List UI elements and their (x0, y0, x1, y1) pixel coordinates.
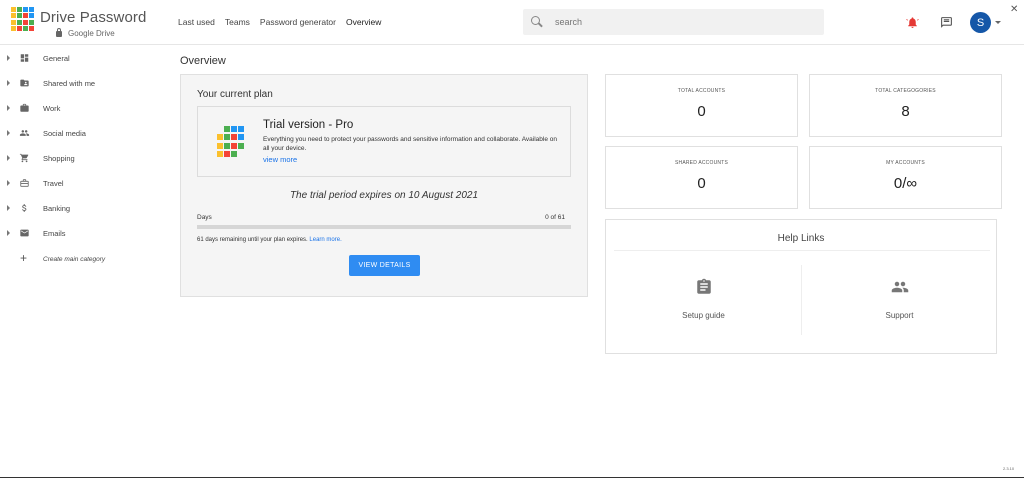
cart-icon (19, 153, 29, 163)
sidebar-item-travel[interactable]: Travel (0, 171, 170, 196)
dollar-icon (22, 204, 27, 212)
sidebar: General Shared with me Work Social media… (0, 46, 170, 274)
sidebar-item-label: Emails (43, 229, 66, 238)
mail-icon (20, 229, 29, 237)
app-logo-icon (11, 7, 35, 31)
shared-folder-icon (20, 79, 29, 87)
sidebar-item-label: Banking (43, 204, 71, 213)
search-bar[interactable] (523, 9, 824, 35)
notification-bell-icon[interactable] (906, 16, 919, 29)
user-avatar[interactable]: S (970, 12, 991, 33)
trial-expiry-text: The trial period expires on 10 August 20… (289, 190, 479, 201)
nav-overview[interactable]: Overview (346, 17, 381, 27)
learn-more-link[interactable]: Learn more. (309, 237, 341, 243)
sidebar-item-label: Shared with me (43, 79, 96, 88)
page-title: Overview (180, 55, 226, 67)
sidebar-item-shared-with-me[interactable]: Shared with me (0, 71, 170, 96)
support-label: Support (885, 311, 914, 320)
stat-total-categories: TOTAL CATEGOGORIES 8 (809, 74, 1002, 137)
top-bar: Drive Password Google Drive Last used Te… (0, 0, 1024, 45)
help-links-title: Help Links (777, 233, 825, 244)
close-icon[interactable]: ✕ (1010, 4, 1018, 15)
stat-shared-accounts: SHARED ACCOUNTS 0 (605, 146, 798, 209)
remaining-text: 61 days remaining until your plan expire… (197, 237, 308, 243)
stat-value: 0 (697, 175, 706, 192)
expand-arrow-icon[interactable] (7, 80, 10, 86)
setup-guide-label: Setup guide (682, 311, 725, 320)
stat-value: 0/∞ (893, 175, 918, 192)
trial-plan-box: Trial version - Pro Everything you need … (197, 106, 571, 177)
days-label: Days (197, 214, 212, 221)
view-more-link[interactable]: view more (263, 155, 297, 164)
app-window: Drive Password Google Drive Last used Te… (0, 0, 1024, 478)
chevron-down-icon[interactable] (995, 21, 1001, 24)
view-details-button[interactable]: VIEW DETAILS (349, 255, 420, 276)
stat-label: TOTAL CATEGOGORIES (875, 88, 936, 94)
stat-my-accounts: MY ACCOUNTS 0/∞ (809, 146, 1002, 209)
support-link[interactable]: Support (802, 278, 997, 320)
lock-icon (56, 27, 62, 37)
storage-provider: Google Drive (68, 29, 115, 38)
expand-arrow-icon[interactable] (7, 155, 10, 161)
sidebar-item-label: Work (43, 104, 61, 113)
stat-label: SHARED ACCOUNTS (674, 160, 728, 166)
days-progress-bar (197, 225, 571, 229)
sidebar-item-shopping[interactable]: Shopping (0, 146, 170, 171)
divider (614, 250, 990, 251)
sidebar-item-work[interactable]: Work (0, 96, 170, 121)
plus-icon: + (20, 251, 28, 265)
help-links-card: Help Links Setup guide Support (605, 219, 997, 354)
setup-guide-link[interactable]: Setup guide (606, 278, 801, 320)
expand-arrow-icon[interactable] (7, 130, 10, 136)
sidebar-item-label: Social media (43, 129, 86, 138)
sidebar-item-banking[interactable]: Banking (0, 196, 170, 221)
dashboard-icon (20, 54, 29, 62)
search-input[interactable] (555, 17, 805, 27)
expand-arrow-icon[interactable] (7, 105, 10, 111)
stat-value: 0 (697, 103, 706, 120)
people-icon (891, 281, 908, 293)
luggage-icon (20, 179, 29, 187)
sidebar-item-general[interactable]: General (0, 46, 170, 71)
top-nav: Last used Teams Password generator Overv… (178, 17, 381, 27)
clipboard-icon (696, 278, 711, 294)
create-main-category-button[interactable]: + Create main category (0, 246, 170, 274)
sidebar-item-social-media[interactable]: Social media (0, 121, 170, 146)
briefcase-icon (20, 103, 29, 112)
plan-card-title: Your current plan (197, 89, 273, 100)
expand-arrow-icon[interactable] (7, 55, 10, 61)
remaining-days-text: 61 days remaining until your plan expire… (197, 237, 342, 243)
nav-password-generator[interactable]: Password generator (260, 17, 336, 27)
search-icon (531, 16, 543, 28)
plan-name: Trial version - Pro (263, 119, 354, 131)
nav-teams[interactable]: Teams (225, 17, 250, 27)
stat-value: 8 (901, 103, 910, 120)
version-label: 2.3.10 (1003, 466, 1015, 471)
plan-description: Everything you need to protect your pass… (263, 136, 558, 152)
people-icon (19, 130, 30, 136)
current-plan-card: Your current plan Trial version - Pro Ev… (180, 74, 588, 297)
feedback-icon[interactable] (940, 16, 953, 29)
sidebar-item-label: Shopping (43, 154, 75, 163)
days-count: 0 of 61 (545, 214, 565, 221)
sidebar-item-emails[interactable]: Emails (0, 221, 170, 246)
create-category-label: Create main category (43, 256, 106, 263)
expand-arrow-icon[interactable] (7, 205, 10, 211)
stat-label: TOTAL ACCOUNTS (677, 88, 726, 94)
app-logo-icon (217, 126, 245, 158)
expand-arrow-icon[interactable] (7, 180, 10, 186)
stat-label: MY ACCOUNTS (886, 160, 925, 166)
storage-label: Google Drive (56, 27, 115, 38)
stat-total-accounts: TOTAL ACCOUNTS 0 (605, 74, 798, 137)
app-title: Drive Password (40, 9, 147, 26)
expand-arrow-icon[interactable] (7, 230, 10, 236)
sidebar-item-label: General (43, 54, 70, 63)
nav-last-used[interactable]: Last used (178, 17, 215, 27)
sidebar-item-label: Travel (43, 179, 64, 188)
